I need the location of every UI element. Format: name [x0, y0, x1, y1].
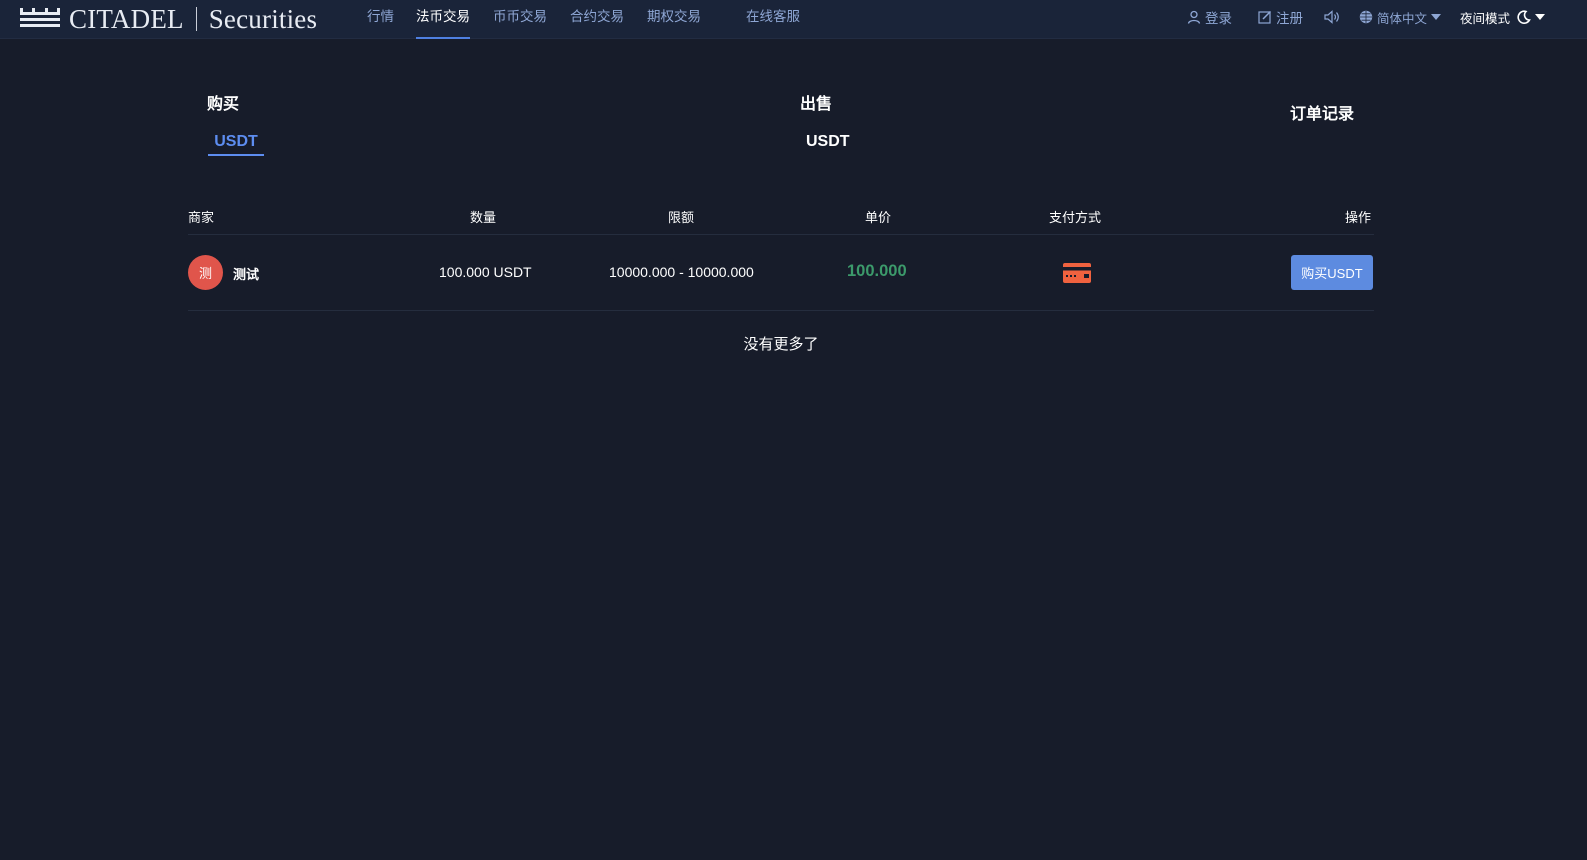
price-value: 100.000 — [847, 262, 907, 280]
buy-coin-label: USDT — [214, 133, 258, 150]
order-record-link[interactable]: 订单记录 — [1290, 100, 1354, 124]
logo[interactable]: CITADEL Securities — [20, 4, 317, 34]
night-mode-toggle[interactable]: 夜间模式 — [1460, 0, 1546, 34]
nav-contract-trade[interactable]: 合约交易 — [570, 0, 624, 39]
nav-options-trade[interactable]: 期权交易 — [647, 0, 701, 39]
sell-tab[interactable]: 出售 — [800, 90, 832, 114]
language-label: 简体中文 — [1377, 11, 1428, 26]
buy-tab[interactable]: 购买 — [207, 90, 239, 114]
nav-spot-trade[interactable]: 币币交易 — [493, 0, 547, 39]
chevron-down-icon — [1535, 14, 1546, 20]
logo-brand-text: CITADEL — [69, 3, 184, 34]
nav-online-support[interactable]: 在线客服 — [746, 0, 800, 39]
table-header-divider — [188, 234, 1374, 235]
sell-coin-tab-usdt[interactable]: USDT — [806, 133, 850, 151]
login-link[interactable]: 登录 — [1187, 0, 1232, 34]
language-selector[interactable]: 简体中文 — [1359, 0, 1442, 34]
coin-tab-active-indicator — [208, 154, 264, 156]
column-header-price: 单价 — [865, 210, 892, 225]
nav-fiat-trade[interactable]: 法币交易 — [416, 0, 470, 39]
speaker-icon — [1324, 10, 1339, 24]
citadel-logo-icon — [20, 8, 60, 27]
register-link[interactable]: 注册 — [1258, 0, 1303, 34]
table-row-divider — [188, 310, 1374, 311]
sound-toggle[interactable] — [1324, 0, 1340, 34]
nav-active-indicator — [416, 37, 470, 39]
nav-market[interactable]: 行情 — [367, 0, 394, 39]
column-header-quantity: 数量 — [470, 210, 497, 225]
nav-fiat-trade-label: 法币交易 — [416, 9, 470, 24]
column-header-limit: 限额 — [668, 210, 695, 225]
register-label: 注册 — [1276, 11, 1303, 26]
login-label: 登录 — [1205, 11, 1232, 26]
quantity-value: 100.000 USDT — [439, 264, 532, 280]
merchant-name[interactable]: 测试 — [233, 264, 259, 283]
night-mode-label: 夜间模式 — [1460, 11, 1511, 26]
chevron-down-icon — [1431, 14, 1442, 20]
no-more-text: 没有更多了 — [743, 336, 819, 353]
avatar: 测 — [188, 255, 223, 290]
limit-value: 10000.000 - 10000.000 — [609, 264, 754, 280]
top-navbar: CITADEL Securities 行情 法币交易 币币交易 合约交易 期权交… — [0, 0, 1587, 39]
edit-icon — [1258, 10, 1272, 24]
user-icon — [1187, 10, 1201, 24]
column-header-merchant: 商家 — [188, 210, 215, 225]
bank-card-icon — [1063, 263, 1091, 283]
logo-suffix-text: Securities — [208, 3, 318, 34]
buy-coin-tab-usdt[interactable]: USDT — [208, 133, 264, 156]
buy-usdt-button[interactable]: 购买USDT — [1291, 255, 1373, 290]
moon-icon — [1517, 9, 1531, 24]
column-header-payment: 支付方式 — [1049, 210, 1102, 225]
column-header-action: 操作 — [1345, 210, 1372, 225]
logo-divider — [195, 7, 197, 31]
globe-icon — [1359, 10, 1373, 24]
